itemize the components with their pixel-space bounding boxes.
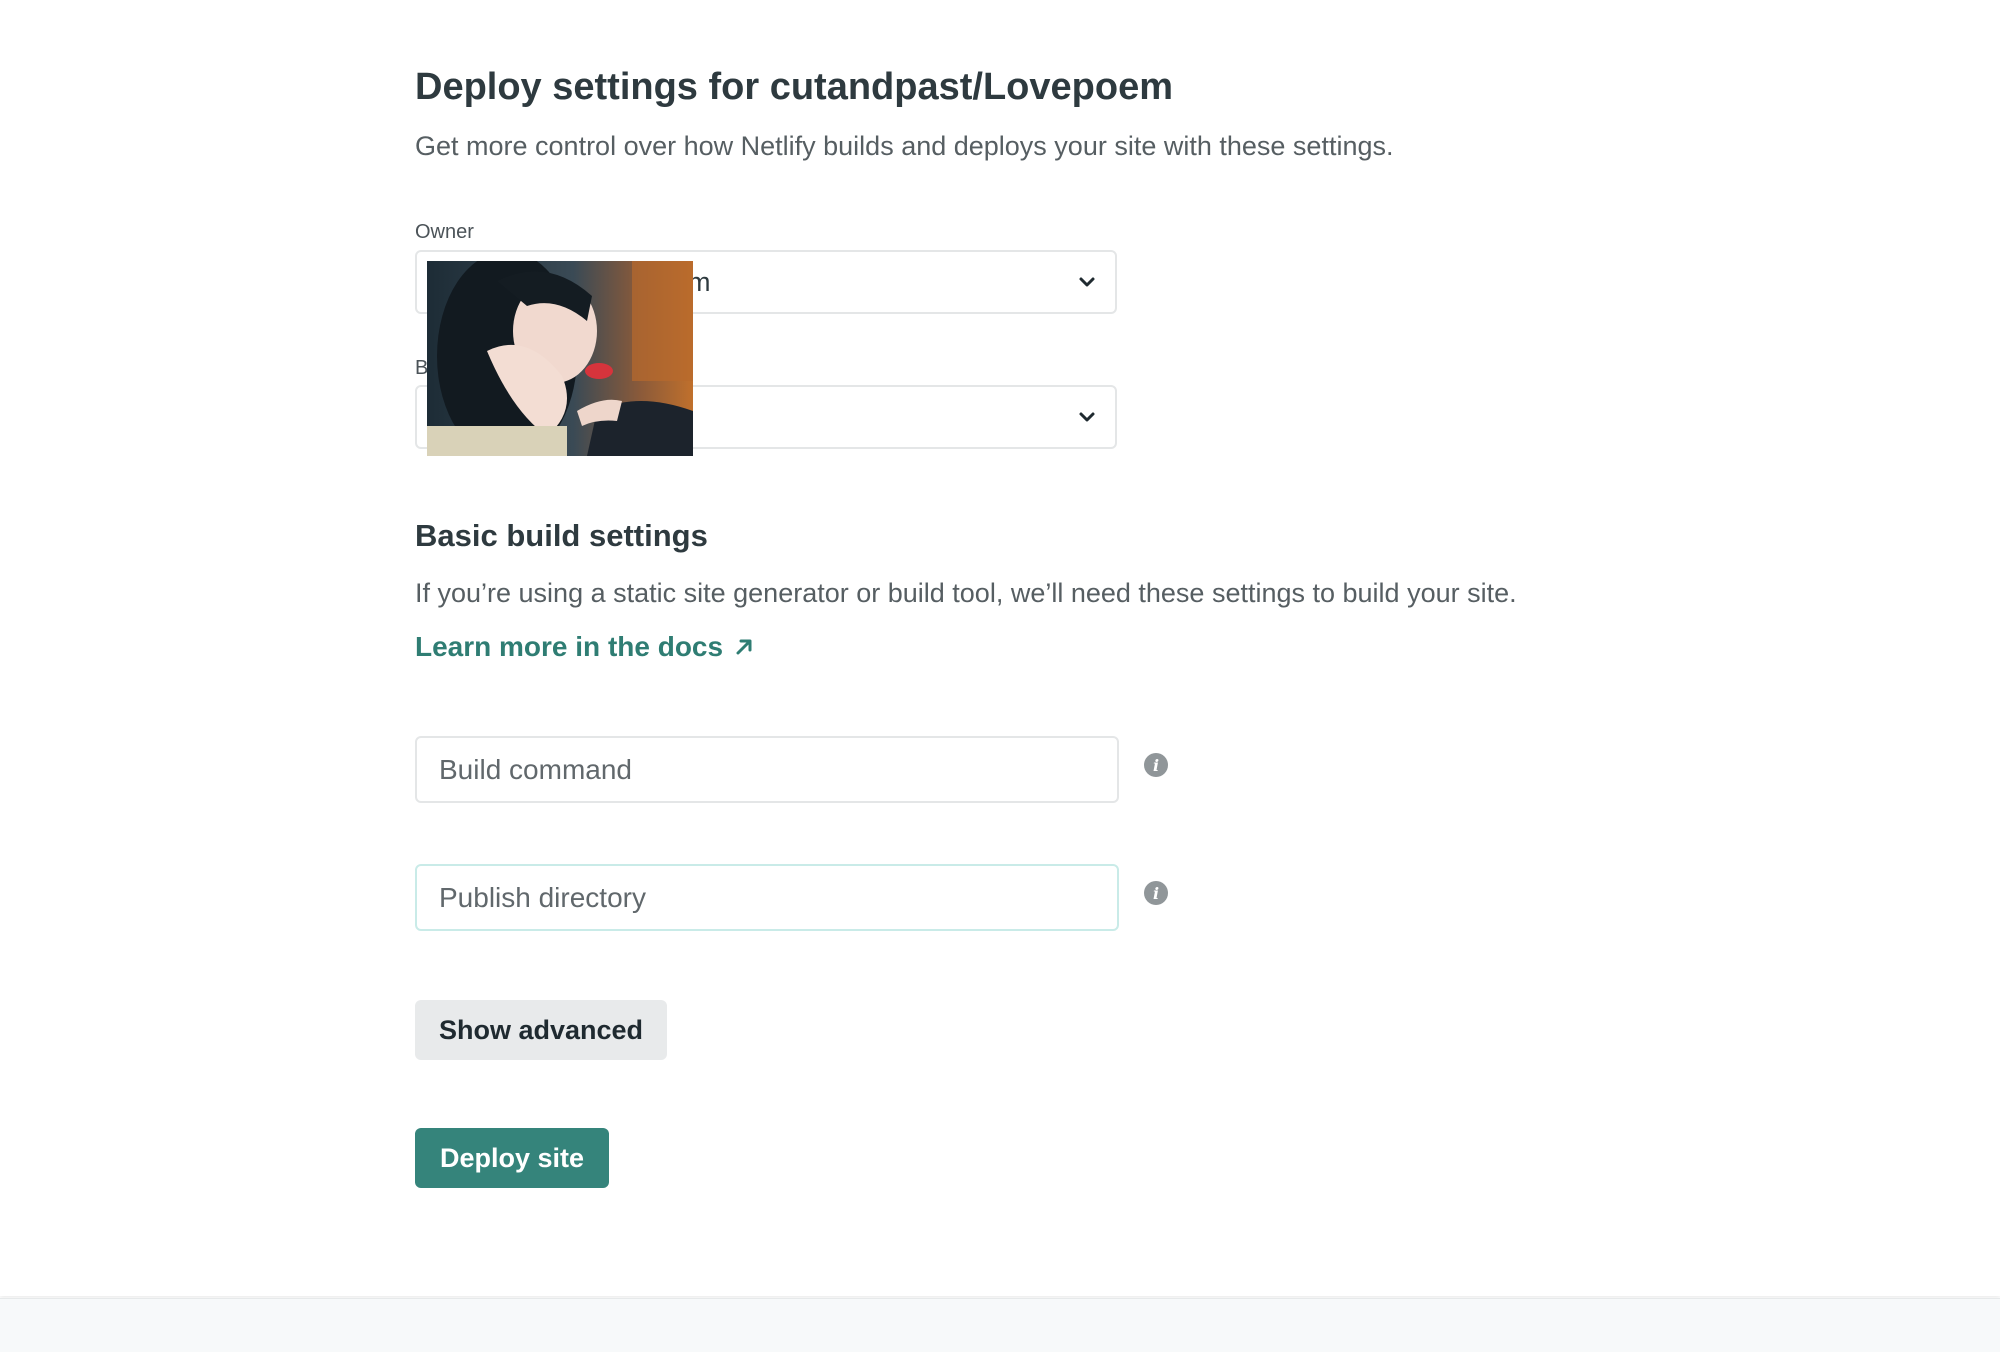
- svg-text:i: i: [1153, 756, 1159, 775]
- show-advanced-button[interactable]: Show advanced: [415, 1000, 667, 1060]
- page-subtitle: Get more control over how Netlify builds…: [415, 131, 1394, 161]
- chevron-down-icon: [1079, 277, 1095, 287]
- svg-text:i: i: [1153, 884, 1159, 903]
- chevron-down-icon: [1079, 412, 1095, 422]
- arrow-up-right-icon: [736, 639, 752, 655]
- footer-band: [0, 1298, 2000, 1352]
- docs-link[interactable]: Learn more in the docs: [415, 631, 755, 663]
- info-icon[interactable]: i: [1143, 752, 1169, 778]
- section-description: If you’re using a static site generator …: [415, 578, 1517, 608]
- overlay-photo: [427, 261, 693, 456]
- photo-image: [427, 261, 693, 456]
- publish-directory-input[interactable]: [415, 864, 1119, 931]
- owner-label: Owner: [415, 221, 474, 243]
- deploy-settings-card: Deploy settings for cutandpast/Lovepoem …: [0, 0, 2000, 1296]
- page-title: Deploy settings for cutandpast/Lovepoem: [415, 66, 1173, 108]
- info-icon[interactable]: i: [1143, 880, 1169, 906]
- deploy-site-button[interactable]: Deploy site: [415, 1128, 609, 1188]
- build-command-input[interactable]: [415, 736, 1119, 803]
- section-title: Basic build settings: [415, 518, 708, 553]
- docs-link-label: Learn more in the docs: [415, 631, 724, 662]
